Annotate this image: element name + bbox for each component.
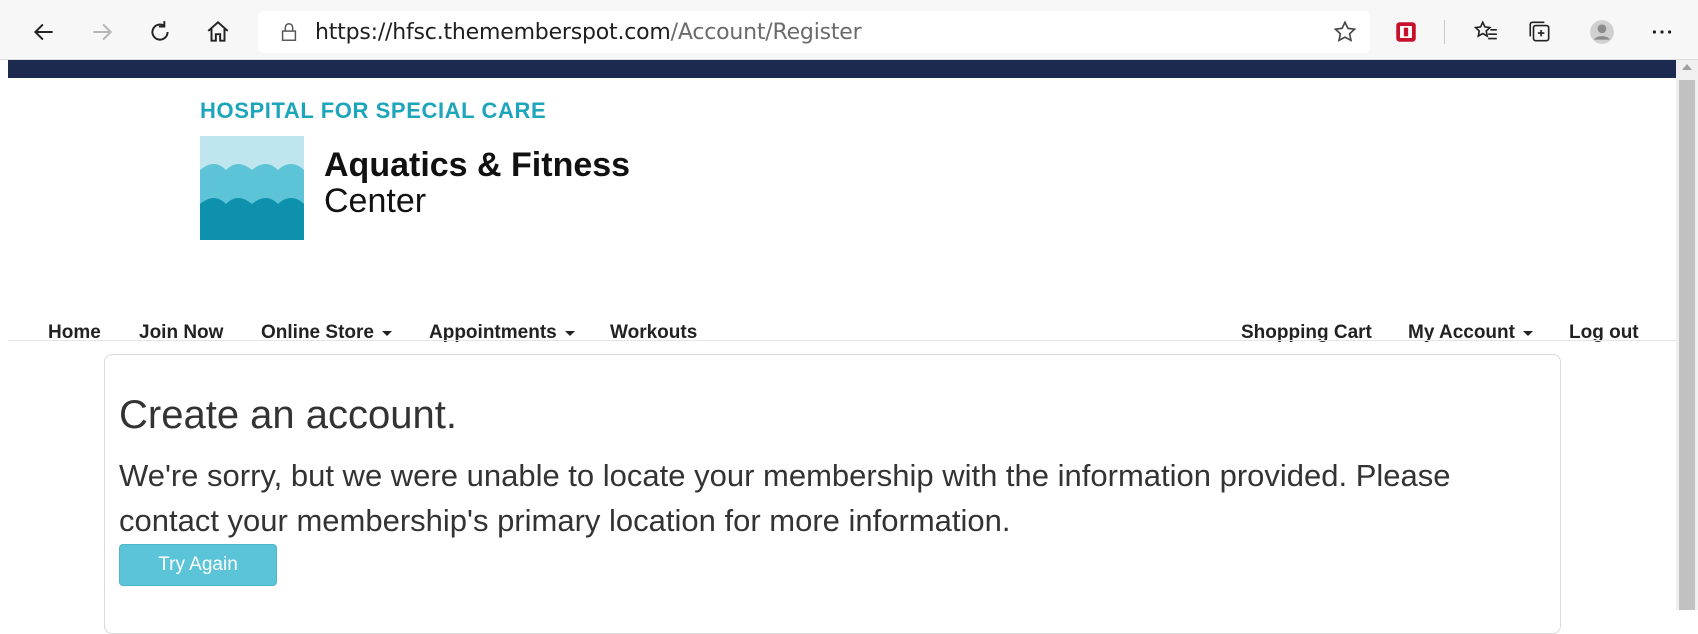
home-button[interactable] <box>198 12 238 52</box>
refresh-icon <box>151 21 169 41</box>
more-icon <box>1652 30 1672 34</box>
home-icon <box>207 20 229 42</box>
page-scrollbar[interactable] <box>1676 60 1698 610</box>
favorites-button[interactable] <box>1466 12 1506 52</box>
collections-icon <box>1529 21 1550 42</box>
toolbar-separator <box>1444 20 1445 44</box>
extension-icon <box>1396 22 1416 42</box>
scrollbar-thumb[interactable] <box>1679 80 1695 610</box>
try-again-button[interactable]: Try Again <box>119 544 277 586</box>
brand-tagline: HOSPITAL FOR SPECIAL CARE <box>200 98 547 123</box>
extension-button[interactable] <box>1386 12 1426 52</box>
brand-name-line1: Aquatics & Fitness <box>324 146 631 184</box>
caret-down-icon <box>381 330 392 336</box>
refresh-button[interactable] <box>140 12 180 52</box>
browser-toolbar: https://hfsc.thememberspot.com/Account/R… <box>0 0 1698 60</box>
caret-down-icon <box>564 330 575 336</box>
collections-button[interactable] <box>1520 12 1560 52</box>
back-button[interactable] <box>24 12 64 52</box>
url-host: https://hfsc.thememberspot.com <box>315 20 671 45</box>
url-path: /Account/Register <box>670 20 862 45</box>
forward-icon <box>93 23 113 41</box>
more-button[interactable] <box>1642 12 1682 52</box>
caret-down-icon <box>1522 330 1533 336</box>
waves-logo-icon[interactable] <box>200 136 304 240</box>
top-band <box>8 60 1676 78</box>
forward-button[interactable] <box>82 12 122 52</box>
main-nav: Home Join Now Online Store Appointments … <box>8 322 1676 356</box>
favorite-star-icon[interactable] <box>1332 19 1358 45</box>
scroll-up-arrow-icon[interactable] <box>1682 64 1692 70</box>
favorites-icon <box>1473 20 1497 40</box>
profile-icon <box>1590 20 1614 44</box>
register-card: Create an account. We're sorry, but we w… <box>104 354 1561 634</box>
nav-divider <box>8 340 1676 341</box>
web-page: HOSPITAL FOR SPECIAL CARE Aquatics & Fit… <box>8 60 1676 634</box>
profile-button[interactable] <box>1582 12 1622 52</box>
page-title: Create an account. <box>119 393 457 437</box>
url-text: https://hfsc.thememberspot.com/Account/R… <box>315 20 862 45</box>
lock-icon <box>281 23 297 41</box>
brand-name-line2: Center <box>324 182 427 220</box>
error-message: We're sorry, but we were unable to locat… <box>119 458 1451 538</box>
back-icon <box>33 23 53 41</box>
address-bar[interactable]: https://hfsc.thememberspot.com/Account/R… <box>258 11 1370 53</box>
